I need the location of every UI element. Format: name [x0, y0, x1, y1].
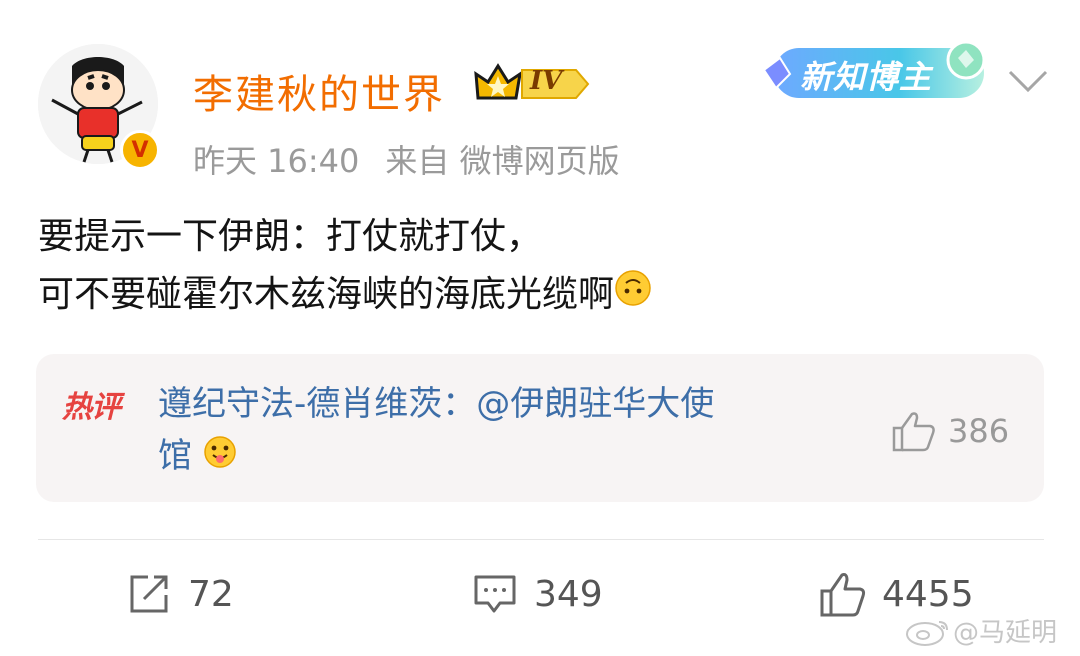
tongue-face-emoji-icon: [203, 432, 237, 484]
upside-down-face-emoji-icon: [614, 267, 652, 325]
post-source: 来自 微博网页版: [385, 142, 620, 180]
level-badge-label: IV: [530, 66, 563, 96]
watermark-text: @马延明: [953, 618, 1058, 648]
creator-badge-label: 新知博主: [800, 58, 933, 96]
post-body: 要提示一下伊朗：打仗就打仗， 可不要碰霍尔木兹海峡的海底光缆啊: [38, 208, 652, 325]
hot-comment-text[interactable]: 遵纪守法-德肖维茨：@伊朗驻华大使 馆: [158, 378, 858, 484]
hot-comment-tag: 热评: [62, 390, 121, 425]
verified-badge-label: V: [131, 137, 149, 163]
divider: [38, 539, 1044, 540]
post-meta: 昨天 16:40 来自 微博网页版: [193, 136, 646, 182]
username[interactable]: 李建秋的世界: [193, 62, 445, 120]
weibo-logo-icon: [906, 620, 948, 646]
hot-comment-line-2-text: 馆: [158, 436, 192, 476]
repost-icon: [130, 575, 168, 613]
watermark: @马延明: [905, 612, 1057, 649]
verified-badge: V: [120, 130, 160, 170]
hot-comment-like-button[interactable]: 386: [890, 410, 1009, 452]
thumbs-up-icon: [892, 412, 935, 452]
post-body-line-2-text: 可不要碰霍尔木兹海峡的海底光缆啊: [38, 274, 615, 315]
post-body-line-2: 可不要碰霍尔木兹海峡的海底光缆啊: [38, 266, 652, 325]
creator-badge[interactable]: 新知博主: [760, 36, 1000, 108]
chevron-down-icon: [1008, 70, 1048, 93]
hot-comment-like-count: 386: [948, 412, 1010, 450]
hot-comment-line-2: 馆: [158, 430, 858, 484]
repost-count: 72: [188, 573, 234, 615]
repost-button[interactable]: 72: [126, 566, 234, 622]
more-options-button[interactable]: [1006, 64, 1050, 98]
comment-count: 349: [534, 573, 603, 615]
post-time: 昨天 16:40: [193, 142, 360, 180]
like-count: 4455: [882, 573, 974, 615]
level-badge: IV: [472, 60, 590, 108]
post-body-line-1: 要提示一下伊朗：打仗就打仗，: [38, 216, 543, 257]
comment-icon: [474, 575, 516, 613]
thumbs-up-icon: [820, 573, 866, 617]
hot-comment-line-1: 遵纪守法-德肖维茨：@伊朗驻华大使: [158, 384, 715, 424]
comment-button[interactable]: 349: [472, 566, 603, 622]
